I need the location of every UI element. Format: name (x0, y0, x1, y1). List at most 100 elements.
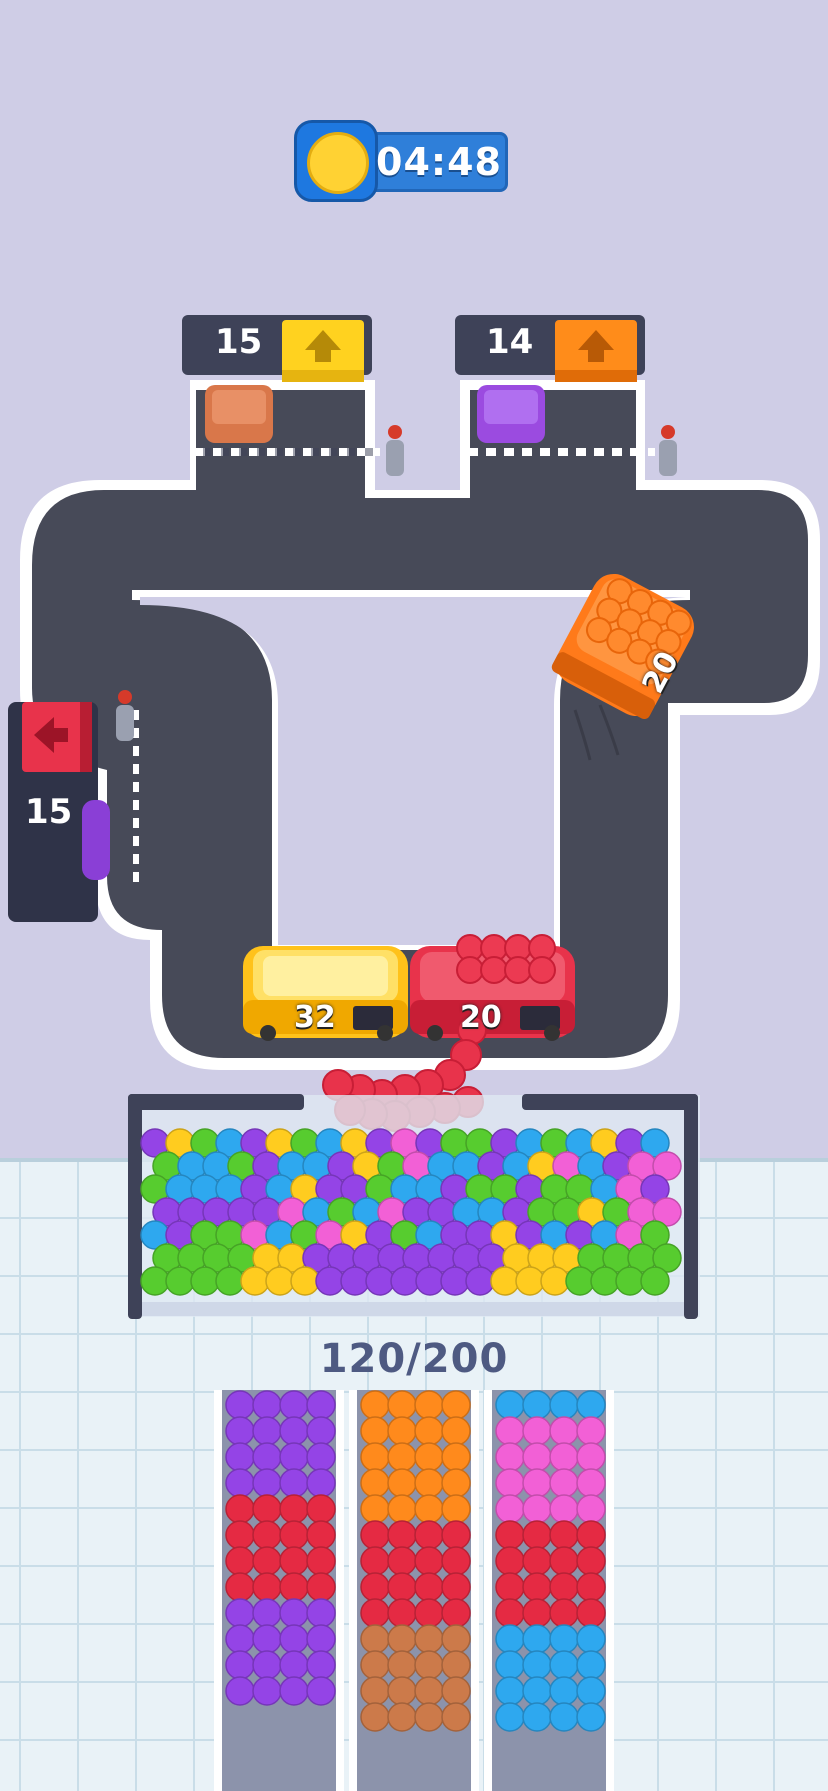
passenger (387, 1468, 417, 1498)
passenger (414, 1702, 444, 1732)
passenger (252, 1416, 282, 1446)
passenger (576, 1702, 606, 1732)
passenger (387, 1702, 417, 1732)
passenger (225, 1572, 255, 1602)
passenger (414, 1624, 444, 1654)
passenger (441, 1572, 471, 1602)
passenger (360, 1520, 390, 1550)
passenger (387, 1390, 417, 1420)
passenger (252, 1624, 282, 1654)
passenger (441, 1520, 471, 1550)
passenger (495, 1650, 525, 1680)
passenger (515, 1266, 545, 1296)
passenger (495, 1442, 525, 1472)
passenger (495, 1676, 525, 1706)
passenger (414, 1468, 444, 1498)
passenger (495, 1702, 525, 1732)
passenger (522, 1676, 552, 1706)
gate-2-count: 14 (486, 322, 534, 362)
passenger (414, 1546, 444, 1576)
passenger (495, 1520, 525, 1550)
passenger (495, 1598, 525, 1628)
passenger (306, 1494, 336, 1524)
passenger (360, 1676, 390, 1706)
passenger (441, 1390, 471, 1420)
passenger (279, 1468, 309, 1498)
passenger (225, 1442, 255, 1472)
passenger (306, 1650, 336, 1680)
passenger (522, 1520, 552, 1550)
passenger (360, 1702, 390, 1732)
passenger (279, 1416, 309, 1446)
passenger (615, 1266, 645, 1296)
passenger (440, 1266, 470, 1296)
bus-red-label: 20 (460, 1000, 502, 1035)
passenger (441, 1650, 471, 1680)
passenger (522, 1390, 552, 1420)
gate-1-count: 15 (215, 322, 263, 362)
passenger (441, 1702, 471, 1732)
passenger (360, 1624, 390, 1654)
passenger (225, 1494, 255, 1524)
passenger (225, 1598, 255, 1628)
bus-yellow-label: 32 (294, 1000, 336, 1035)
passenger (441, 1546, 471, 1576)
passenger (225, 1468, 255, 1498)
passenger (365, 1266, 395, 1296)
passenger (495, 1546, 525, 1576)
passenger (279, 1520, 309, 1550)
passenger (360, 1572, 390, 1602)
passenger (360, 1468, 390, 1498)
passenger (549, 1650, 579, 1680)
passenger (522, 1650, 552, 1680)
passenger (306, 1572, 336, 1602)
gate-3-count: 15 (25, 792, 73, 832)
passenger (252, 1494, 282, 1524)
passenger (549, 1624, 579, 1654)
passenger (441, 1416, 471, 1446)
passenger (565, 1266, 595, 1296)
passenger (576, 1546, 606, 1576)
passenger (225, 1520, 255, 1550)
passenger (225, 1676, 255, 1706)
passenger (225, 1390, 255, 1420)
passenger (576, 1650, 606, 1680)
passenger (279, 1546, 309, 1576)
passenger (225, 1650, 255, 1680)
passenger (279, 1676, 309, 1706)
passenger (387, 1494, 417, 1524)
passenger (360, 1598, 390, 1628)
passenger (414, 1416, 444, 1446)
passenger (414, 1494, 444, 1524)
passenger (252, 1676, 282, 1706)
passenger (340, 1266, 370, 1296)
passenger (290, 1266, 320, 1296)
passenger (215, 1266, 245, 1296)
passenger (225, 1416, 255, 1446)
passenger (414, 1598, 444, 1628)
passenger (265, 1266, 295, 1296)
passenger (387, 1650, 417, 1680)
passenger (576, 1520, 606, 1550)
passenger (360, 1494, 390, 1524)
passenger (522, 1468, 552, 1498)
passenger (576, 1442, 606, 1472)
passenger (522, 1546, 552, 1576)
passenger (240, 1266, 270, 1296)
passenger-crowd (140, 1128, 682, 1296)
passenger (252, 1390, 282, 1420)
passenger (140, 1266, 170, 1296)
passenger (279, 1650, 309, 1680)
passenger (490, 1266, 520, 1296)
passenger (315, 1266, 345, 1296)
passenger (522, 1416, 552, 1446)
game-scene (0, 315, 828, 1791)
passenger (306, 1546, 336, 1576)
passenger (549, 1676, 579, 1706)
passenger (495, 1494, 525, 1524)
passenger (522, 1494, 552, 1524)
passenger (306, 1520, 336, 1550)
passenger (540, 1266, 570, 1296)
queue-counter: 120/200 (319, 1336, 509, 1382)
passenger (414, 1650, 444, 1680)
